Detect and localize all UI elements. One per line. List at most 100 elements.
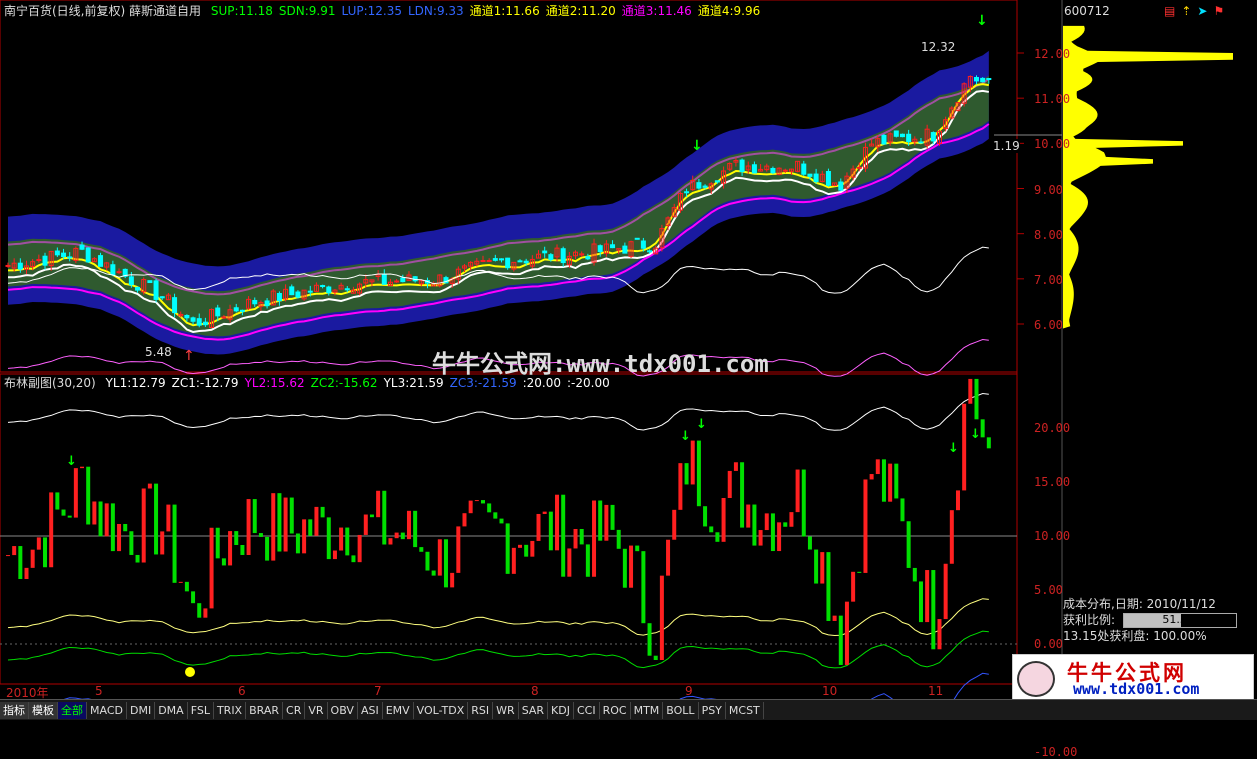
price-candle [215,307,221,317]
indicator-tab[interactable]: 全部 [58,701,87,719]
indicator-tab[interactable]: WR [493,701,519,719]
side-tab[interactable]: 指标 [0,701,29,719]
oscillator-bar [518,544,523,548]
oscillator-bar [104,503,109,537]
oscillator-bar [696,440,701,507]
y-tick-label: 5.00 [1034,583,1063,597]
indicator-tab[interactable]: VR [305,701,328,719]
price-candle [597,245,603,253]
profit-ratio-bar: 51.3% [1122,613,1237,628]
oscillator-bar [43,537,48,568]
indicator-tab[interactable]: MACD [87,701,127,719]
oscillator-bar [838,615,843,665]
indicator-tab[interactable]: VOL-TDX [414,701,469,719]
oscillator-bar [598,500,603,541]
oscillator-bar [345,527,350,556]
oscillator-bar [98,501,103,537]
main-indicator-value: 通道3:11.46 [621,4,692,18]
cursor-icon[interactable]: ➤ [1197,4,1207,18]
oscillator-bar [986,437,991,449]
oscillator-bar [542,511,547,514]
price-candle [986,78,992,81]
indicator-tab[interactable]: EMV [383,701,414,719]
indicator-tab[interactable]: OBV [328,701,358,719]
oscillator-bar [678,463,683,510]
oscillator-bar [246,499,251,555]
side-tab[interactable]: 模板 [29,701,58,719]
indicator-tab[interactable]: ASI [358,701,383,719]
price-candle [98,255,104,267]
price-candle [801,163,807,175]
oscillator-bar [937,619,942,650]
sub-indicator-value: YL2:15.62 [244,376,305,390]
oscillator-bar [314,506,319,536]
oscillator-bar [962,403,967,491]
date-tick-label: 9 [685,684,693,698]
indicator-tab[interactable]: CCI [574,701,600,719]
indicator-tab[interactable]: TRIX [214,701,247,719]
indicator-tab[interactable]: BRAR [246,701,284,719]
price-candle [233,307,239,312]
oscillator-bar [252,499,257,534]
oscillator-bar [172,504,177,583]
oscillator-bar [795,469,800,513]
indicator-tab[interactable]: FSL [188,701,214,719]
oscillator-bar [783,522,788,527]
price-candle [264,300,270,307]
price-candle [622,245,628,254]
flag-icon[interactable]: ⚑ [1213,4,1224,18]
indicator-tab[interactable]: DMI [127,701,156,719]
arrow-up-icon[interactable]: ⇡ [1181,4,1191,18]
oscillator-bar [413,510,418,548]
price-candle [918,141,924,144]
stack-icon[interactable]: ▤ [1164,4,1175,18]
oscillator-bar [283,497,288,552]
indicator-tab[interactable]: KDJ [548,701,574,719]
main-indicator-value: SDN:9.91 [278,4,336,18]
oscillator-bar [943,563,948,620]
price-candle [153,280,159,300]
oscillator-bar [86,466,91,525]
main-chart-title: 南宁百货(日线,前复权) 薛斯通道自用 [4,4,201,18]
price-candle [381,273,387,285]
oscillator-bar [326,517,331,560]
oscillator-bar [641,551,646,624]
indicator-tab[interactable]: ROC [600,701,631,719]
price-candle [135,286,141,291]
oscillator-bar [555,494,560,551]
indicator-tab[interactable]: RSI [468,701,494,719]
oscillator-bar [629,545,634,588]
oscillator-bar [733,462,738,471]
price-candle [320,285,326,288]
y-tick-label: 10.00 [1034,529,1071,543]
oscillator-bar [493,512,498,519]
indicator-tab[interactable]: MTM [631,701,664,719]
date-tick-label: 5 [95,684,103,698]
indicator-tab[interactable]: SAR [519,701,549,719]
watermark-text: 牛牛公式网:www.tdx001.com [432,350,769,378]
indicator-tab[interactable]: BOLL [663,701,699,719]
indicator-tab[interactable]: DMA [155,701,188,719]
indicator-tab[interactable]: MCST [726,701,764,719]
indicator-tab[interactable]: CR [283,701,306,719]
date-axis: 2010年 5 6 7 8 9 10 11 [0,684,1017,700]
oscillator-bar [419,547,424,552]
price-candle [5,264,11,267]
price-candle [980,77,986,83]
oscillator-bar [653,655,658,660]
oscillator-bar [160,531,165,555]
indicator-tab[interactable]: PSY [699,701,726,719]
price-candle [289,286,295,296]
oscillator-bar [949,510,954,564]
cow-logo-icon [1017,661,1055,697]
price-candle [295,291,301,298]
y-tick-label: 15.00 [1034,475,1071,489]
oscillator-bar [80,466,85,469]
y-tick-label: 6.00 [1034,318,1063,333]
price-candle [906,133,912,143]
price-candle [517,260,523,263]
oscillator-bar [764,513,769,531]
oscillator-bar [814,549,819,584]
y-tick-label: 0.00 [1034,637,1063,651]
oscillator-bar [474,500,479,502]
